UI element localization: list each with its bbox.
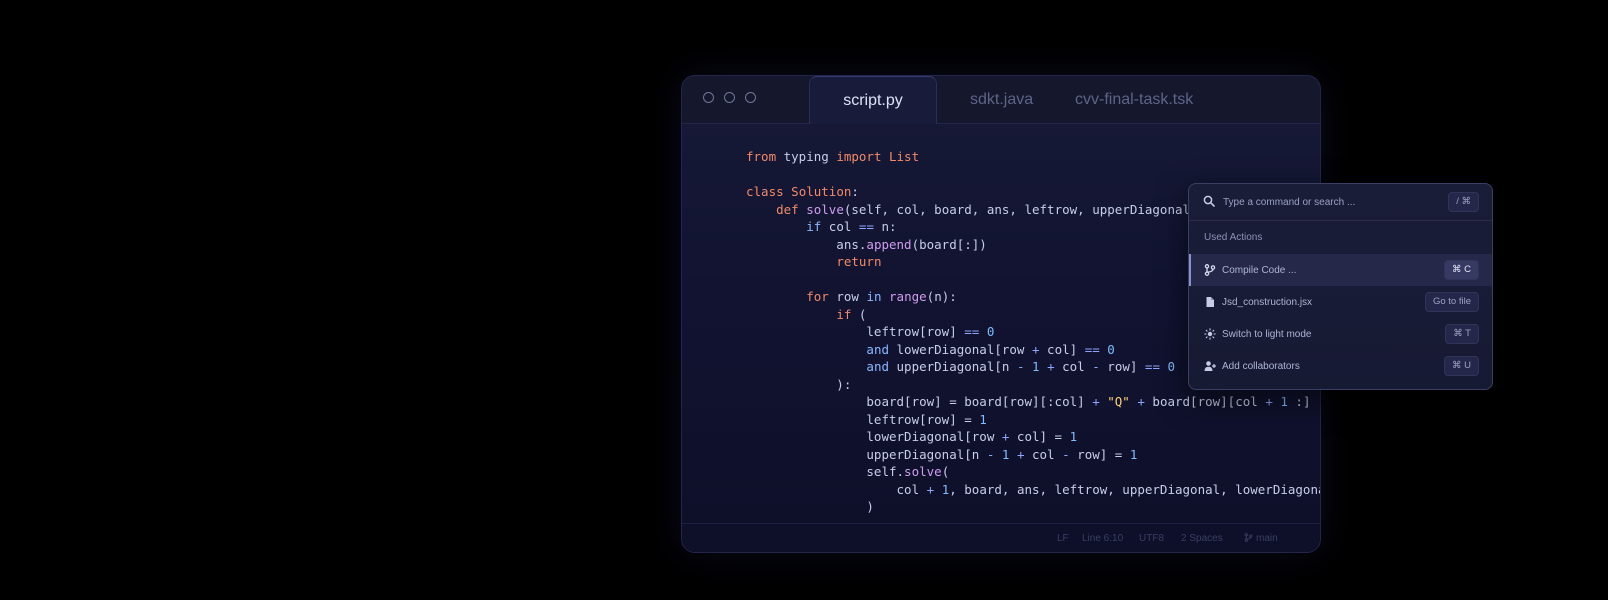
sun-icon [1204, 328, 1216, 340]
status-bar: LF Line 6:10 UTF8 2 Spaces main [682, 523, 1320, 552]
minimize-window-button[interactable] [724, 92, 735, 103]
status-cursor-position[interactable]: Line 6:10 [1082, 533, 1123, 544]
add-user-icon [1204, 361, 1216, 371]
action-compile-code[interactable]: Compile Code ... ⌘ C [1189, 254, 1492, 286]
code-line[interactable]: board[row] = board[row][:col] + "Q" + bo… [746, 393, 1320, 411]
command-palette: Type a command or search ... / ⌘ Used Ac… [1188, 183, 1493, 390]
status-branch[interactable]: main [1244, 533, 1278, 544]
action-add-collaborators[interactable]: Add collaborators ⌘ U [1189, 350, 1492, 382]
git-branch-icon [1244, 533, 1253, 542]
action-shortcut: Go to file [1424, 292, 1479, 312]
action-label: Add collaborators [1222, 361, 1300, 372]
tab-cvv-final-task[interactable]: cvv-final-task.tsk [1075, 76, 1193, 123]
status-encoding[interactable]: UTF8 [1139, 533, 1164, 544]
code-line[interactable]: from typing import List [746, 148, 1320, 166]
tab-bar: script.py sdkt.java cvv-final-task.tsk [682, 76, 1320, 124]
code-line[interactable]: lowerDiagonal[row + col] = 1 [746, 428, 1320, 446]
action-label: Jsd_construction.jsx [1222, 297, 1313, 308]
code-line[interactable]: col + 1, board, ans, leftrow, upperDiago… [746, 481, 1321, 499]
action-shortcut: ⌘ C [1444, 260, 1479, 280]
command-search-input[interactable]: Type a command or search ... [1223, 197, 1355, 208]
close-window-button[interactable] [703, 92, 714, 103]
action-go-to-file[interactable]: Jsd_construction.jsx Go to file [1189, 286, 1492, 318]
code-line[interactable]: ) [746, 498, 1320, 516]
action-shortcut: ⌘ T [1445, 324, 1479, 344]
action-shortcut: ⌘ U [1444, 356, 1479, 376]
tab-sdkt-java[interactable]: sdkt.java [970, 76, 1033, 123]
section-used-actions: Used Actions [1204, 232, 1263, 243]
code-line[interactable]: leftrow[row] = 1 [746, 411, 1320, 429]
tab-script-py[interactable]: script.py [809, 76, 937, 124]
file-icon [1206, 297, 1214, 307]
status-branch-label: main [1256, 533, 1278, 544]
action-switch-light-mode[interactable]: Switch to light mode ⌘ T [1189, 318, 1492, 350]
search-shortcut-badge: / ⌘ [1448, 192, 1479, 212]
action-label: Compile Code ... [1222, 265, 1297, 276]
status-indentation[interactable]: 2 Spaces [1181, 533, 1223, 544]
command-search[interactable]: Type a command or search ... / ⌘ [1189, 184, 1492, 221]
code-line[interactable]: self.solve( [746, 463, 1320, 481]
search-icon [1203, 195, 1215, 207]
status-eol[interactable]: LF [1057, 533, 1069, 544]
maximize-window-button[interactable] [745, 92, 756, 103]
code-line[interactable]: upperDiagonal[n - 1 + col - row] = 1 [746, 446, 1320, 464]
action-label: Switch to light mode [1222, 329, 1312, 340]
branch-icon [1204, 264, 1216, 276]
code-line[interactable] [746, 166, 1320, 184]
